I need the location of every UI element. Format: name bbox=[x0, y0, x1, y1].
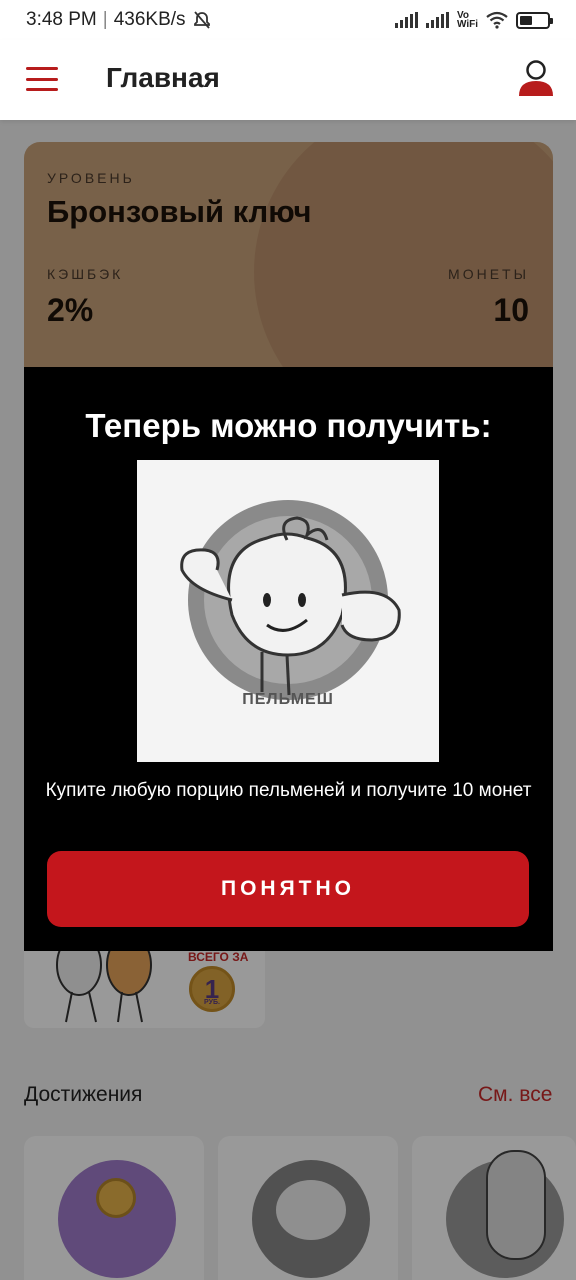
status-network-speed: 436KB/s bbox=[113, 9, 186, 30]
reward-dialog: Теперь можно получить: ПЕЛЬМЕШ Купите лю… bbox=[24, 367, 553, 951]
battery-icon bbox=[516, 11, 553, 29]
vowifi-icon: Vo WiFi bbox=[456, 10, 478, 30]
page-title: Главная bbox=[106, 62, 220, 93]
dialog-title: Теперь можно получить: bbox=[85, 407, 492, 444]
confirm-button[interactable]: ПОНЯТНО bbox=[47, 851, 529, 927]
dialog-description: Купите любую порцию пельменей и получите… bbox=[45, 780, 532, 801]
app-bar: Главная bbox=[0, 40, 576, 120]
bell-muted-icon bbox=[193, 11, 210, 29]
status-time: 3:48 PM bbox=[26, 9, 97, 30]
reward-image: ПЕЛЬМЕШ bbox=[137, 460, 439, 762]
pelmesh-character-icon bbox=[180, 500, 401, 700]
profile-icon[interactable] bbox=[516, 58, 556, 98]
wifi-icon bbox=[486, 11, 508, 29]
signal-1-icon bbox=[394, 12, 418, 28]
menu-icon[interactable] bbox=[26, 67, 58, 91]
status-separator: | bbox=[102, 9, 108, 30]
reward-image-caption: ПЕЛЬМЕШ bbox=[242, 691, 334, 708]
signal-2-icon bbox=[425, 12, 449, 28]
status-bar: 3:48 PM | 436KB/s Vo WiFi bbox=[0, 0, 576, 40]
